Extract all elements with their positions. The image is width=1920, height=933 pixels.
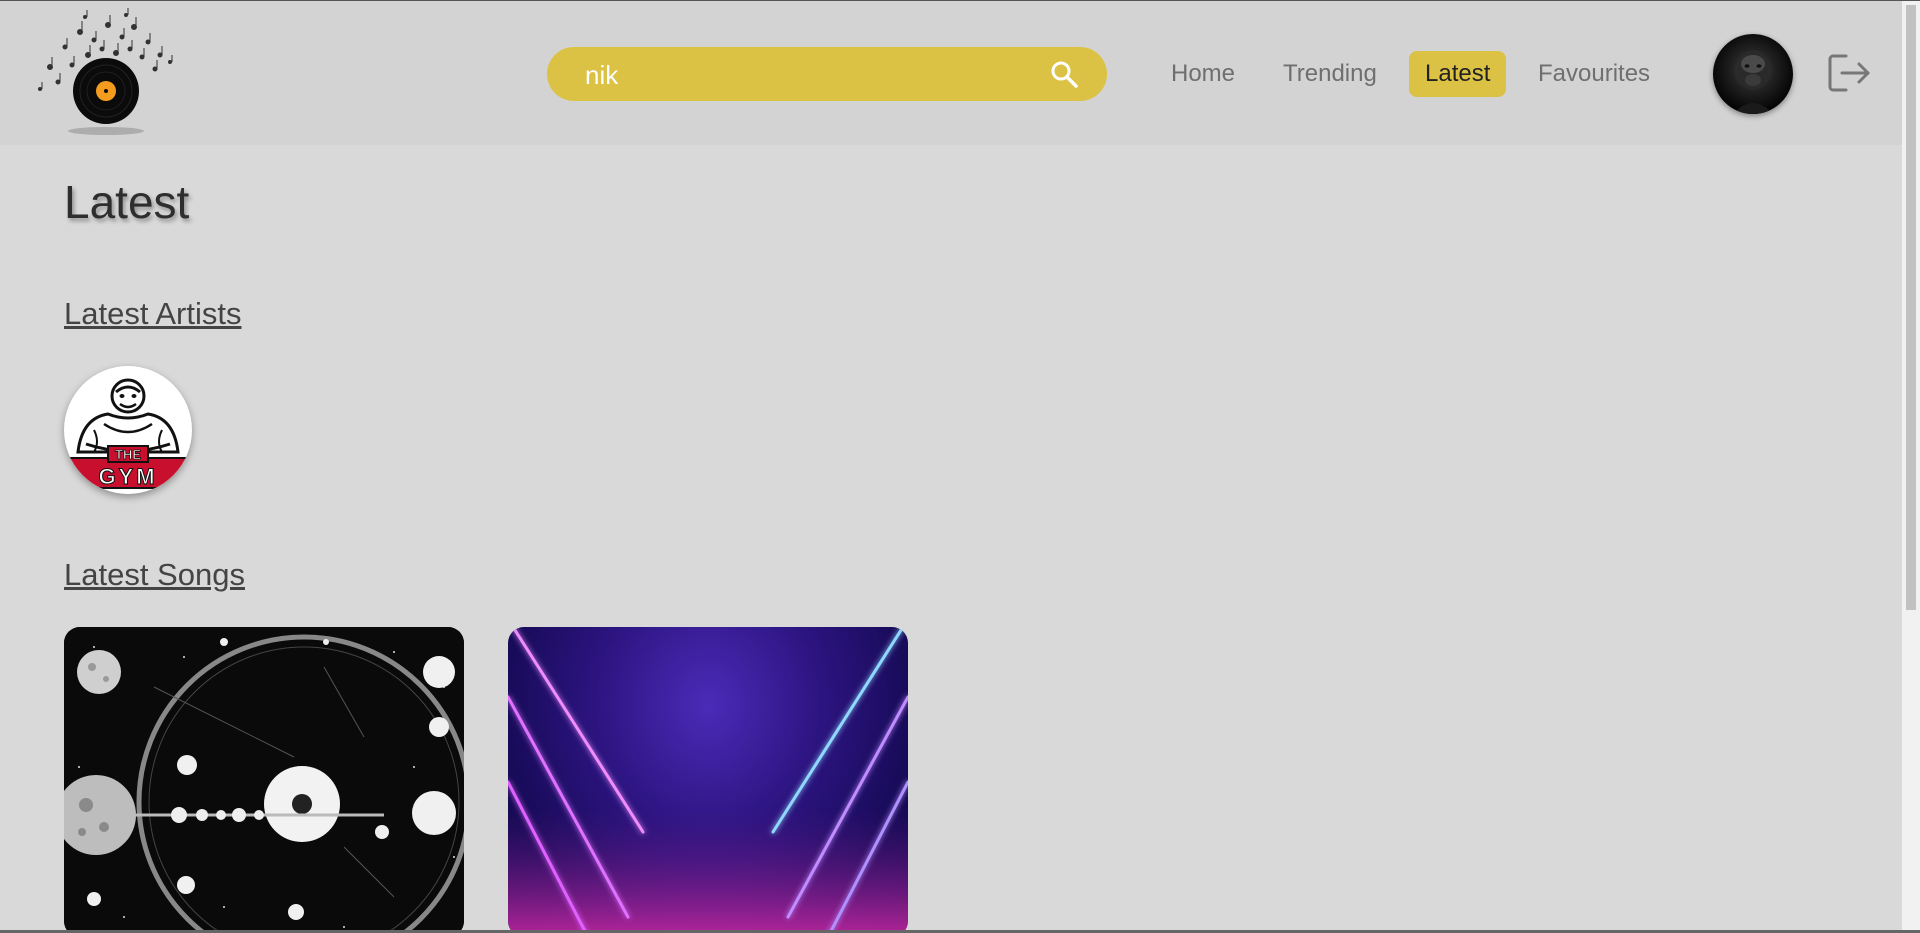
search-bar <box>547 47 1107 103</box>
logout-icon[interactable] <box>1828 53 1872 93</box>
nav-home[interactable]: Home <box>1155 51 1251 97</box>
latest-songs-heading[interactable]: Latest Songs <box>64 557 245 593</box>
song-cover-image <box>64 627 464 933</box>
user-avatar[interactable] <box>1713 34 1793 114</box>
artist-avatar[interactable]: THE GYM <box>64 366 192 494</box>
svg-text:GYM: GYM <box>98 464 157 489</box>
page-title: Latest <box>64 176 190 228</box>
search-input[interactable] <box>583 47 1027 103</box>
app-page: Home Trending Latest Favourites Latest <box>0 0 1920 933</box>
song-cover-image <box>508 627 908 933</box>
vertical-scrollbar[interactable] <box>1902 1 1920 933</box>
latest-artists-heading[interactable]: Latest Artists <box>64 296 241 332</box>
svg-text:THE: THE <box>115 447 141 462</box>
search-icon[interactable] <box>1049 59 1079 89</box>
song-card[interactable] <box>64 627 464 933</box>
song-card[interactable] <box>508 627 908 933</box>
nav-latest[interactable]: Latest <box>1409 51 1507 97</box>
header: Home Trending Latest Favourites <box>0 1 1902 145</box>
vinyl-logo-icon[interactable] <box>30 7 180 137</box>
nav-trending[interactable]: Trending <box>1267 51 1393 97</box>
scrollbar-thumb[interactable] <box>1906 5 1916 610</box>
nav-favourites[interactable]: Favourites <box>1522 51 1666 97</box>
